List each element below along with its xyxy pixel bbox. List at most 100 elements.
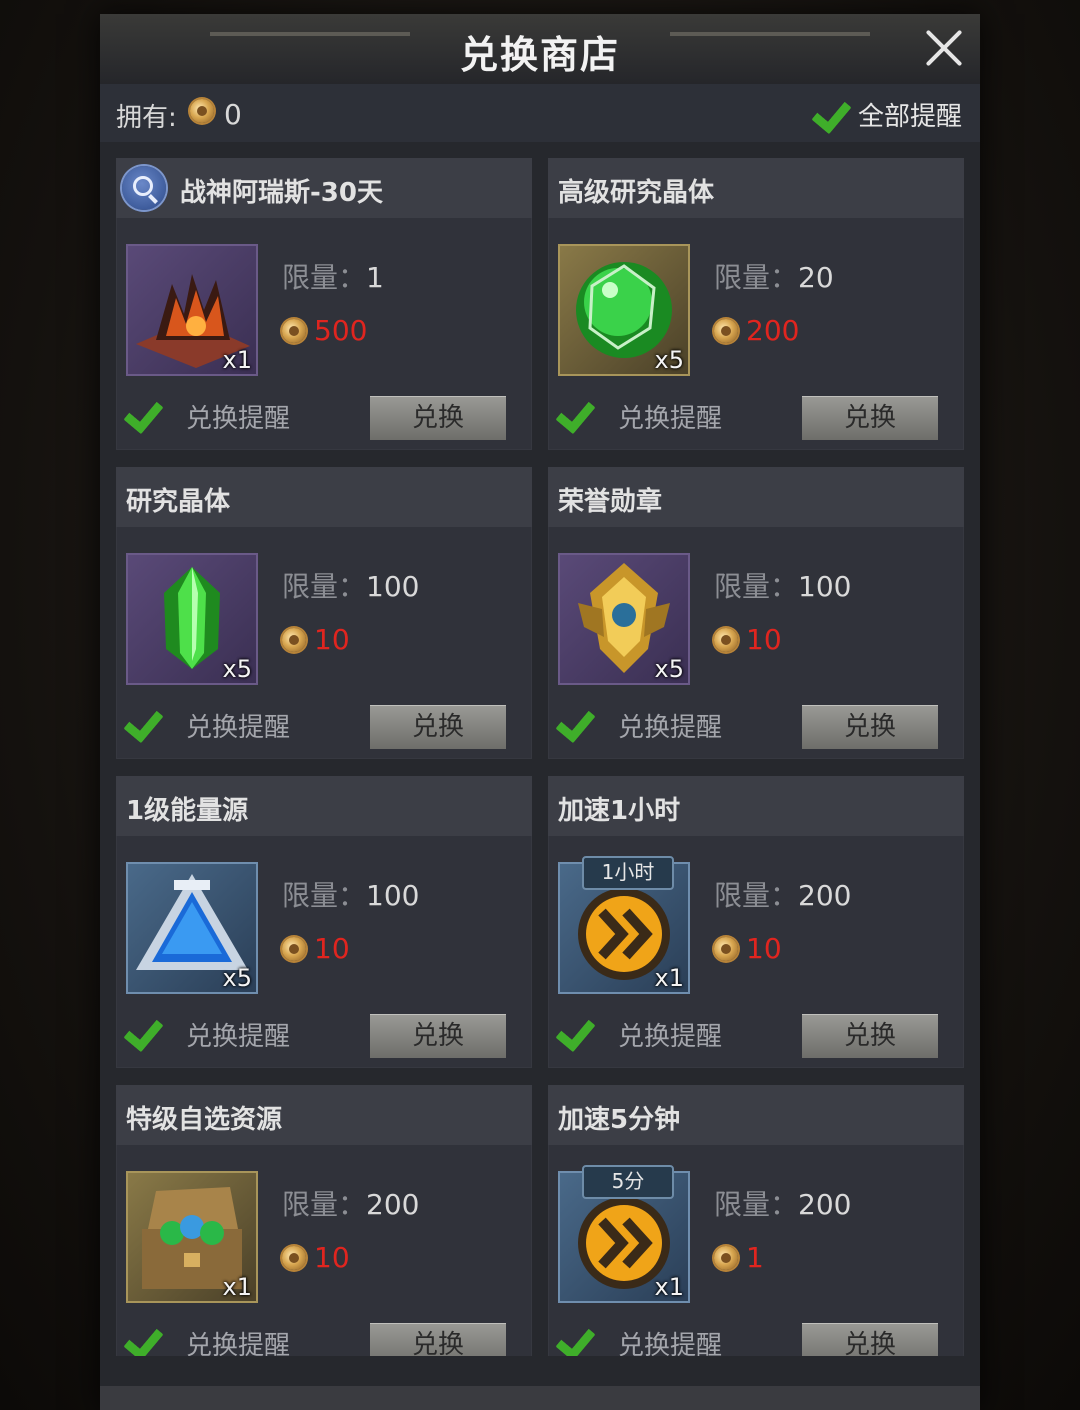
item-title: 高级研究晶体 (558, 178, 715, 208)
price: 10 (712, 932, 782, 965)
duration-tag: 1小时 (582, 856, 674, 890)
gold-coin-icon (280, 317, 310, 345)
item-title: 加速1小时 (558, 796, 681, 826)
gold-coin-icon (712, 1244, 742, 1272)
price-value: 10 (746, 623, 782, 656)
remind-all-toggle[interactable]: 全部提醒 (802, 94, 962, 132)
item-title: 1级能量源 (126, 796, 249, 826)
checkmark-icon (126, 1321, 170, 1356)
shop-item-card: 高级研究晶体 x5 限量：20 200 兑换提醒 兑换 (548, 158, 964, 450)
price-value: 500 (314, 314, 368, 347)
item-image[interactable]: 1小时 x1 (558, 856, 690, 994)
item-image[interactable]: x5 (126, 553, 258, 685)
checkmark-icon (558, 703, 602, 739)
price-value: 1 (746, 1241, 764, 1274)
card-header: 加速1小时 (548, 776, 964, 836)
checkmark-icon (126, 394, 170, 430)
exchange-button[interactable]: 兑换 (370, 396, 506, 440)
exchange-button[interactable]: 兑换 (802, 1014, 938, 1058)
limit-text: 限量：200 (282, 1183, 419, 1223)
item-image[interactable]: x5 (558, 553, 690, 685)
card-header: 研究晶体 (116, 467, 532, 527)
price: 10 (712, 623, 782, 656)
exchange-button[interactable]: 兑换 (370, 1323, 506, 1356)
limit-value: 200 (366, 1188, 420, 1221)
shop-item-card: 研究晶体 x5 限量：100 10 兑换提醒 兑换 (116, 467, 532, 759)
remind-label: 兑换提醒 (186, 713, 291, 743)
checkmark-icon (126, 703, 170, 739)
item-image[interactable]: 5分 x1 (558, 1165, 690, 1303)
limit-text: 限量：200 (714, 1183, 851, 1223)
exchange-button[interactable]: 兑换 (802, 705, 938, 749)
checkmark-icon (558, 394, 602, 430)
owned-count: 0 (224, 98, 242, 131)
limit-label: 限量： (714, 570, 799, 603)
limit-label: 限量： (714, 261, 799, 294)
gold-coin-icon (280, 935, 310, 963)
card-header: 特级自选资源 (116, 1085, 532, 1145)
limit-value: 200 (798, 1188, 852, 1221)
limit-value: 100 (798, 570, 852, 603)
limit-value: 100 (366, 879, 420, 912)
shop-item-card: 加速1小时 1小时 x1 限量：200 10 兑换提醒 兑换 (548, 776, 964, 1068)
checkmark-icon (558, 1321, 602, 1356)
limit-label: 限量： (282, 1188, 367, 1221)
item-quantity: x1 (654, 964, 684, 992)
card-header: 加速5分钟 (548, 1085, 964, 1145)
checkmark-icon (126, 1012, 170, 1048)
gold-coin-icon (712, 317, 742, 345)
price: 1 (712, 1241, 764, 1274)
item-image[interactable]: x5 (558, 244, 690, 376)
header-bar: 兑换商店 (100, 14, 980, 84)
item-quantity: x5 (222, 964, 252, 992)
duration-tag: 5分 (582, 1165, 674, 1199)
item-quantity: x5 (654, 655, 684, 683)
price: 10 (280, 623, 350, 656)
exchange-button[interactable]: 兑换 (370, 705, 506, 749)
item-title: 战神阿瑞斯-30天 (180, 178, 383, 208)
close-icon[interactable] (922, 26, 966, 70)
price-value: 10 (746, 932, 782, 965)
item-grid: 战神阿瑞斯-30天 x1 限量：1 500 兑换提醒 兑换 高级研究晶体 x5 … (116, 158, 964, 1356)
exchange-button[interactable]: 兑换 (370, 1014, 506, 1058)
shop-item-card: 战神阿瑞斯-30天 x1 限量：1 500 兑换提醒 兑换 (116, 158, 532, 450)
price: 500 (280, 314, 367, 347)
exchange-shop-panel: 兑换商店 拥有: 0 全部提醒 战神阿瑞斯-30天 x1 限量：1 500 兑换… (100, 14, 980, 1410)
item-image[interactable]: x5 (126, 862, 258, 994)
remind-label: 兑换提醒 (186, 1022, 291, 1052)
item-title: 特级自选资源 (126, 1105, 283, 1135)
page-title: 兑换商店 (459, 33, 620, 77)
item-quantity: x1 (222, 346, 252, 374)
shop-item-card: 1级能量源 x5 限量：100 10 兑换提醒 兑换 (116, 776, 532, 1068)
exchange-button[interactable]: 兑换 (802, 396, 938, 440)
item-quantity: x5 (222, 655, 252, 683)
card-header: 荣誉勋章 (548, 467, 964, 527)
limit-label: 限量： (282, 879, 367, 912)
exchange-button[interactable]: 兑换 (802, 1323, 938, 1356)
card-header: 1级能量源 (116, 776, 532, 836)
limit-label: 限量： (714, 879, 799, 912)
limit-label: 限量： (282, 570, 367, 603)
item-quantity: x1 (222, 1273, 252, 1301)
search-icon[interactable] (122, 166, 166, 210)
limit-text: 限量：100 (282, 874, 419, 914)
price: 10 (280, 1241, 350, 1274)
limit-text: 限量：20 (714, 256, 834, 296)
checkmark-icon (814, 94, 858, 130)
item-quantity: x5 (654, 346, 684, 374)
item-title: 荣誉勋章 (558, 487, 663, 517)
item-image[interactable]: x1 (126, 1171, 258, 1303)
owned-bar: 拥有: 0 全部提醒 (100, 84, 980, 142)
price: 10 (280, 932, 350, 965)
limit-label: 限量： (282, 261, 367, 294)
gold-coin-icon (712, 935, 742, 963)
remind-label: 兑换提醒 (618, 713, 723, 743)
remind-label: 兑换提醒 (186, 1331, 291, 1356)
price: 200 (712, 314, 799, 347)
gold-coin-icon (712, 626, 742, 654)
limit-text: 限量：200 (714, 874, 851, 914)
limit-value: 100 (366, 570, 420, 603)
item-image[interactable]: x1 (126, 244, 258, 376)
remind-label: 兑换提醒 (186, 404, 291, 434)
card-header: 战神阿瑞斯-30天 (116, 158, 532, 218)
